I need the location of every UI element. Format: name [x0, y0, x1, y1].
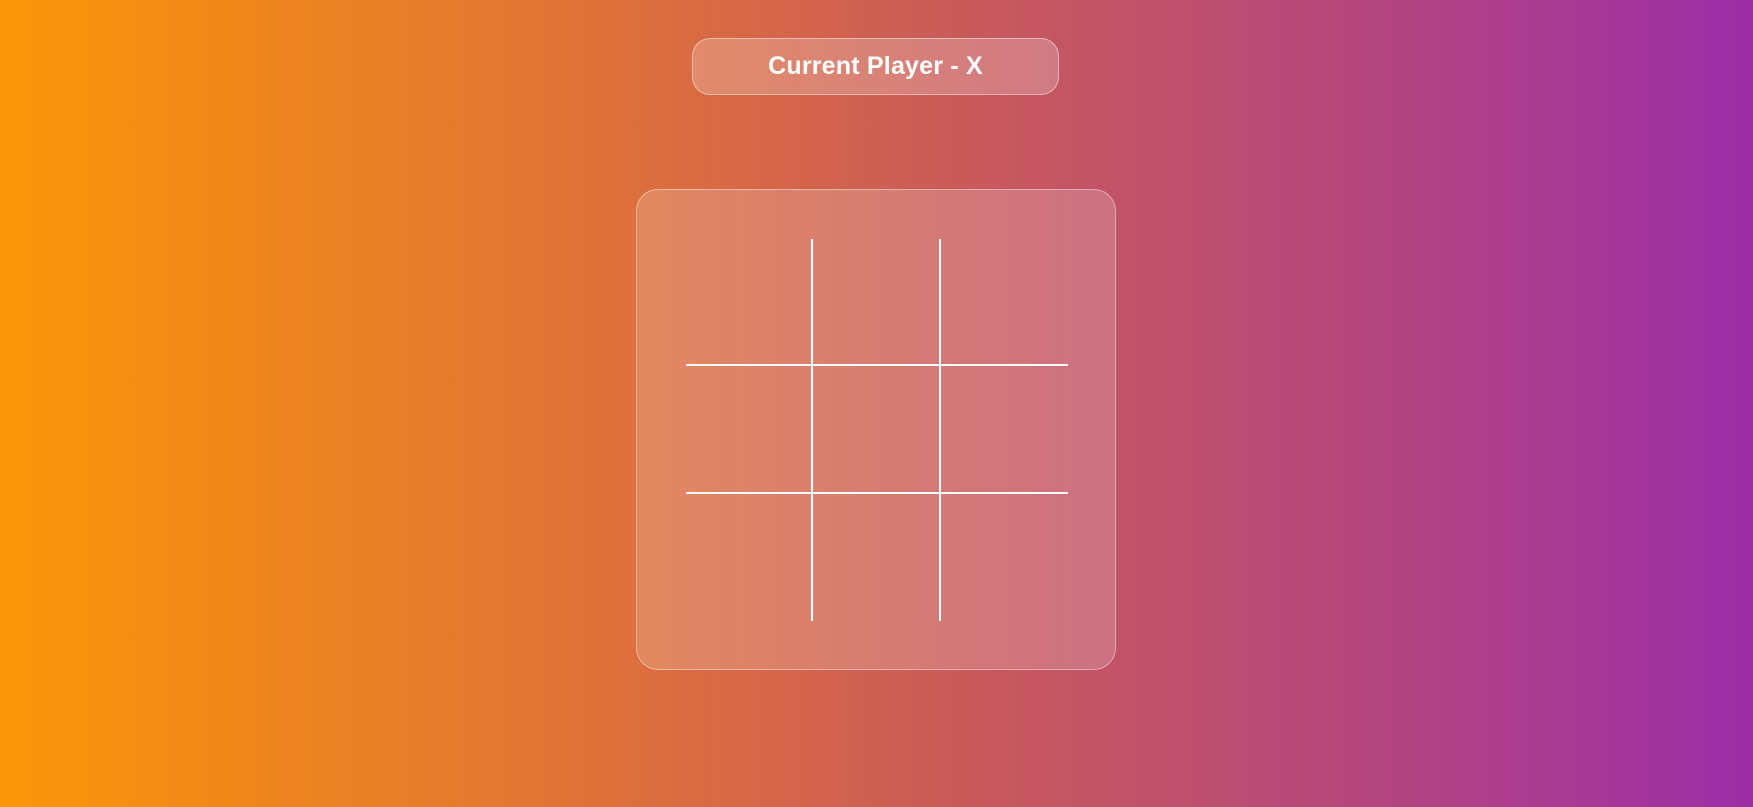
board-cell-9[interactable] [941, 494, 1068, 621]
game-board-panel [636, 189, 1116, 670]
board-cell-2[interactable] [813, 239, 941, 367]
board-cell-3[interactable] [940, 239, 1068, 367]
tic-tac-toe-grid [686, 239, 1068, 621]
board-cell-7[interactable] [686, 493, 814, 621]
board-cell-6[interactable] [940, 366, 1068, 494]
board-cell-4[interactable] [686, 366, 814, 494]
board-cell-8[interactable] [813, 493, 941, 621]
current-player-status: Current Player - X [692, 38, 1059, 95]
board-cell-1[interactable] [686, 239, 814, 367]
current-player-label: Current Player - X [768, 52, 983, 80]
board-cell-5[interactable] [813, 366, 941, 494]
